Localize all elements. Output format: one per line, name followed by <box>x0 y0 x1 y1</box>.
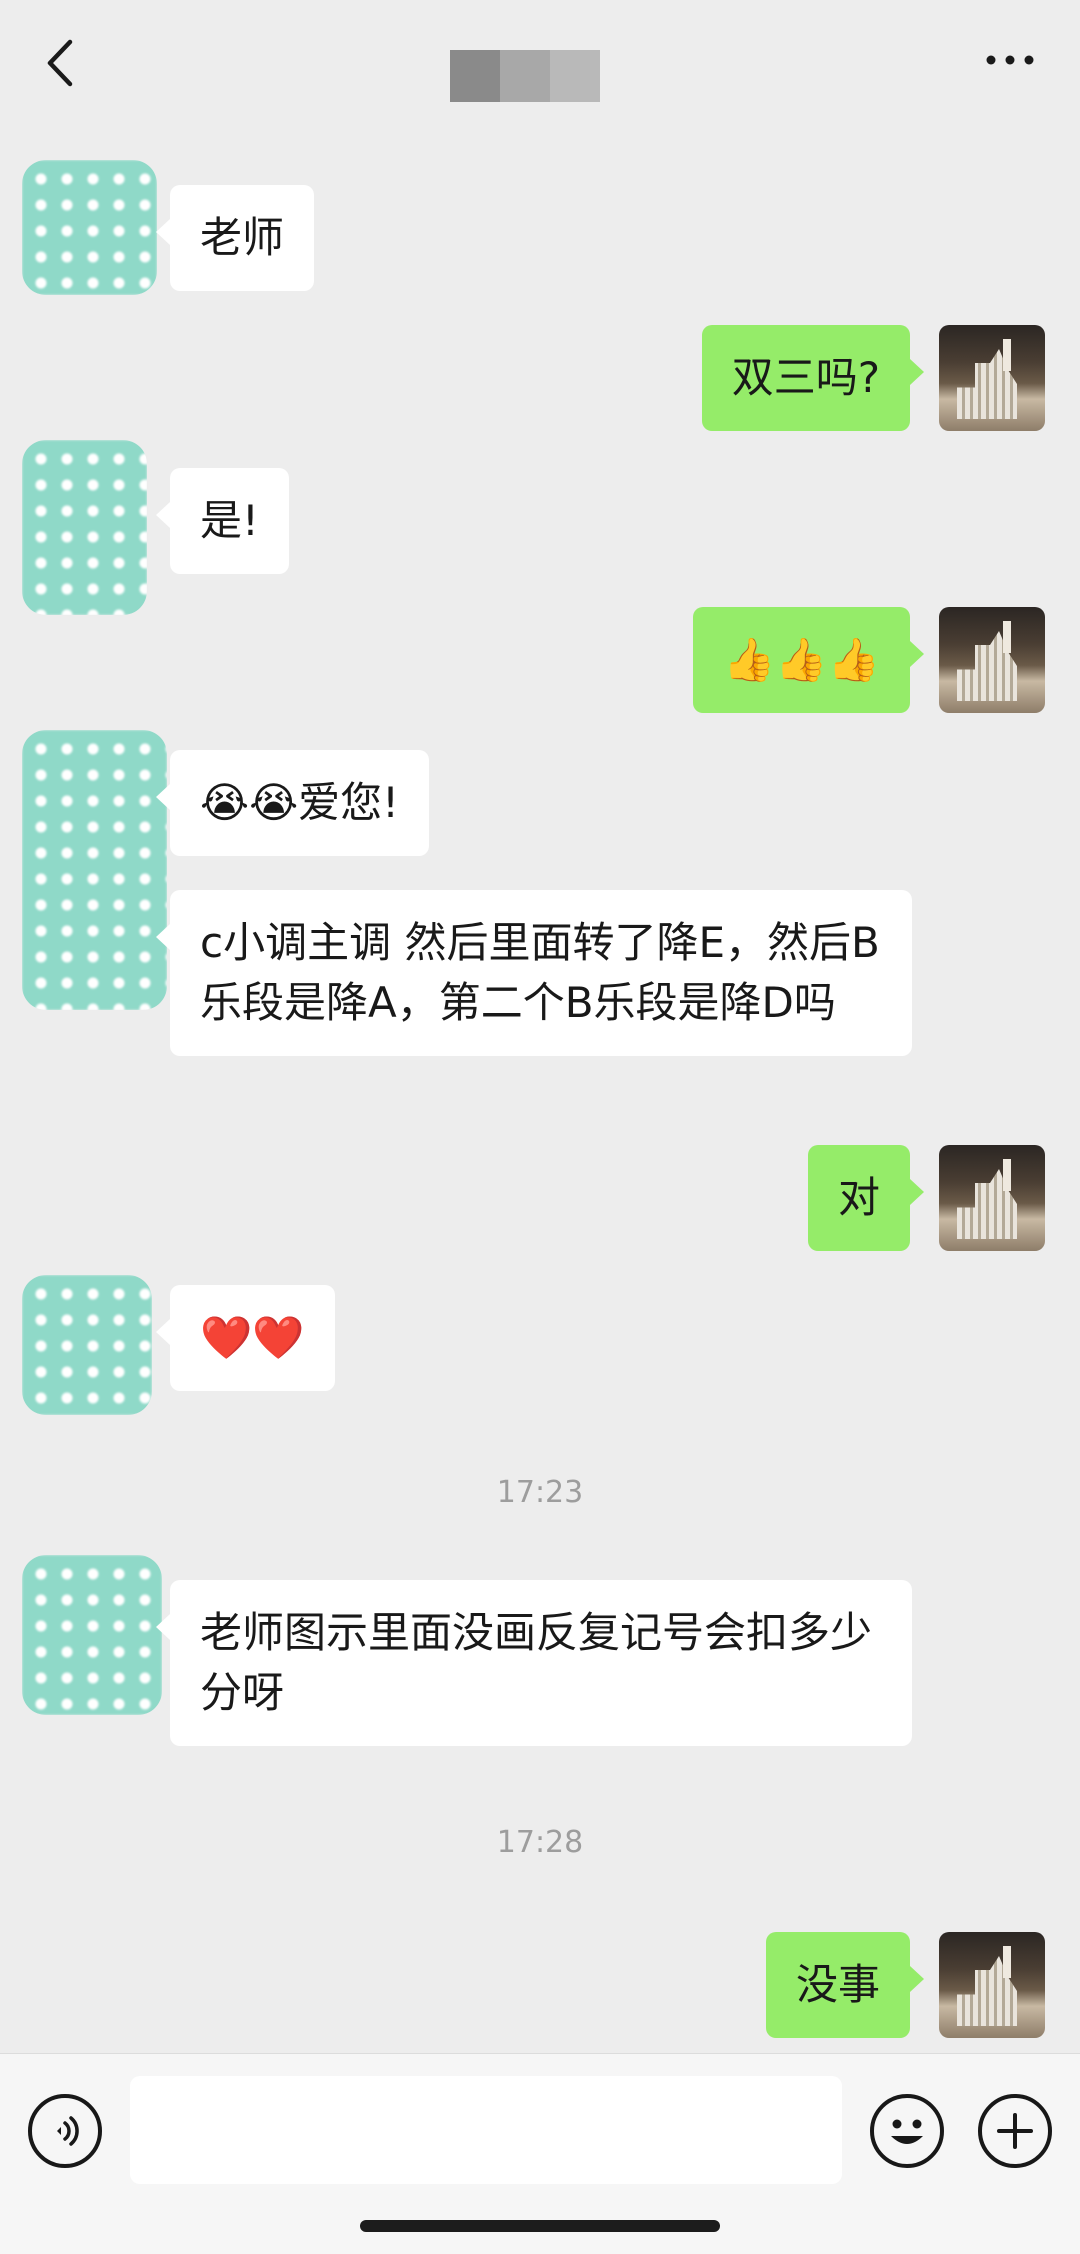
contact-avatar[interactable] <box>22 1275 152 1415</box>
chevron-left-icon <box>47 39 73 87</box>
my-avatar[interactable] <box>939 1145 1045 1251</box>
my-avatar[interactable] <box>939 607 1045 713</box>
timestamp: 17:28 <box>496 1825 584 1860</box>
message-outgoing: 双三吗? <box>0 325 1080 435</box>
contact-avatar[interactable] <box>22 730 167 1010</box>
message-bubble[interactable]: 👍👍👍 <box>693 607 924 713</box>
more-button[interactable] <box>975 35 1045 85</box>
message-group-incoming: 😭😭爱您! c小调主调 然后里面转了降E，然后B乐段是降A，第二个B乐段是降D吗 <box>0 730 1080 1110</box>
voice-button[interactable] <box>28 2094 102 2168</box>
my-avatar[interactable] <box>939 325 1045 431</box>
message-bubble[interactable]: 老师图示里面没画反复记号会扣多少分呀 <box>156 1580 912 1746</box>
blur-block <box>550 50 600 102</box>
message-bubble[interactable]: 对 <box>807 1145 925 1251</box>
timestamp: 17:23 <box>496 1475 584 1510</box>
chat-header <box>0 0 1080 125</box>
message-incoming: ❤️❤️ <box>0 1275 1080 1425</box>
message-outgoing: 对 <box>0 1145 1080 1255</box>
emoji-icon <box>891 2119 923 2144</box>
message-bubble[interactable]: 是! <box>156 468 289 574</box>
message-bubble[interactable]: 没事 <box>765 1932 925 2038</box>
message-bubble[interactable]: ❤️❤️ <box>156 1285 335 1391</box>
message-bubble[interactable]: 双三吗? <box>701 325 925 431</box>
contact-avatar[interactable] <box>22 1555 162 1715</box>
plus-button[interactable] <box>978 2094 1052 2168</box>
message-bubble[interactable]: c小调主调 然后里面转了降E，然后B乐段是降A，第二个B乐段是降D吗 <box>156 890 912 1056</box>
plus-icon <box>997 2113 1033 2149</box>
back-button[interactable] <box>30 28 90 98</box>
voice-icon <box>57 2116 79 2146</box>
contact-avatar[interactable] <box>22 160 157 295</box>
more-dots-icon <box>986 55 1034 65</box>
blur-block <box>450 50 500 102</box>
my-avatar[interactable] <box>939 1932 1045 2038</box>
message-bubble[interactable]: 老师 <box>155 185 315 291</box>
emoji-button[interactable] <box>870 2094 944 2168</box>
message-input[interactable] <box>130 2076 842 2184</box>
message-outgoing: 👍👍👍 <box>0 607 1080 717</box>
contact-avatar[interactable] <box>22 440 147 615</box>
message-incoming: 老师 <box>0 160 1080 320</box>
message-bubble[interactable]: 😭😭爱您! <box>156 750 429 856</box>
message-outgoing: 没事 <box>0 1932 1080 2042</box>
blurred-contact-name <box>450 50 600 102</box>
message-incoming: 老师图示里面没画反复记号会扣多少分呀 <box>0 1555 1080 1746</box>
blur-block <box>500 50 550 102</box>
message-incoming: 是! <box>0 440 1080 615</box>
home-indicator <box>360 2220 720 2232</box>
